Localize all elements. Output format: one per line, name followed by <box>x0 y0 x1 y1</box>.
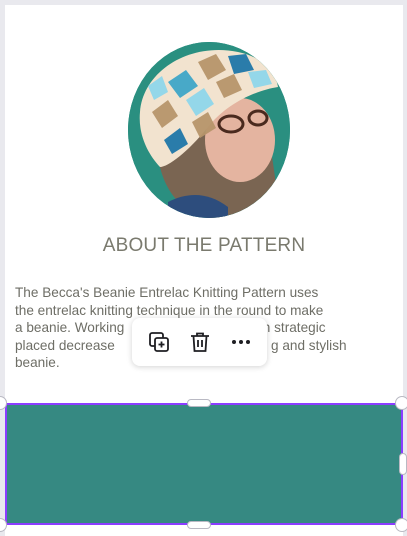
resize-handle-bottom-right[interactable] <box>395 518 407 532</box>
resize-handle-right[interactable] <box>399 453 407 475</box>
duplicate-icon <box>148 332 169 352</box>
element-action-toolbar <box>132 318 267 366</box>
knitted-beanie-portrait <box>128 42 290 218</box>
description-line: The Becca's Beanie Entrelac Knitting Pat… <box>15 285 319 300</box>
design-page: ABOUT THE PATTERN The Becca's Beanie Ent… <box>5 5 403 536</box>
resize-handle-top-right[interactable] <box>395 396 407 410</box>
trash-icon <box>190 332 209 352</box>
selected-color-block[interactable] <box>5 403 403 525</box>
more-options-icon <box>231 340 250 344</box>
resize-handle-bottom[interactable] <box>187 521 211 529</box>
duplicate-button[interactable] <box>144 327 174 357</box>
resize-handle-top[interactable] <box>187 399 211 407</box>
delete-button[interactable] <box>185 327 215 357</box>
description-line: the entrelac knitting technique in the r… <box>15 302 324 318</box>
more-options-button[interactable] <box>226 327 256 357</box>
section-heading[interactable]: ABOUT THE PATTERN <box>5 235 403 257</box>
profile-photo[interactable] <box>128 42 290 218</box>
